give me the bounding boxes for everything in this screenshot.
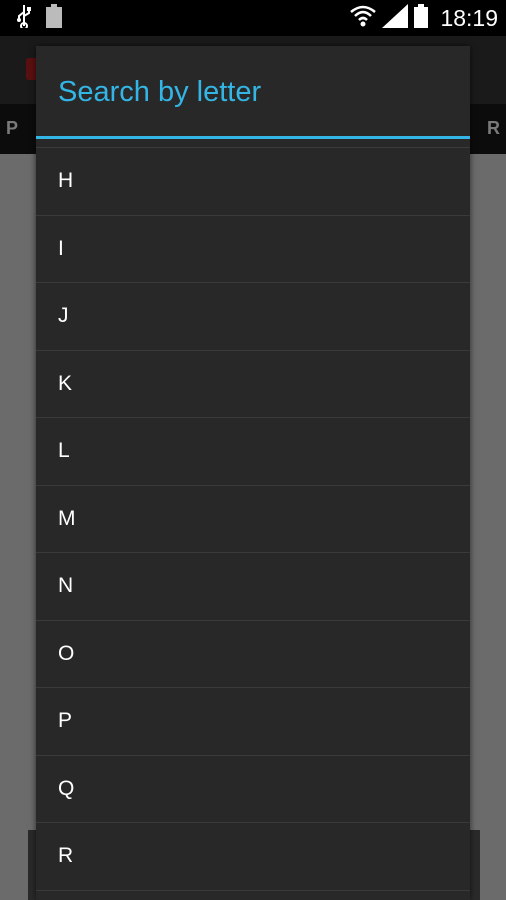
title-divider (36, 136, 470, 139)
status-bar-right: 18:19 (350, 3, 498, 33)
letter-item-l[interactable]: L (36, 418, 470, 486)
signal-icon (382, 3, 409, 33)
letter-item-h[interactable]: H (36, 148, 470, 216)
dialog-title: Search by letter (58, 76, 262, 108)
status-bar-left (16, 3, 62, 33)
status-clock: 18:19 (440, 4, 498, 31)
wifi-icon (350, 4, 377, 33)
battery-icon (414, 3, 429, 33)
letter-item-m[interactable]: M (36, 486, 470, 553)
background-letter-right: R (487, 118, 500, 138)
letter-item-o[interactable]: O (36, 621, 470, 688)
letter-item-r[interactable]: R (36, 823, 470, 891)
battery-full-icon (46, 3, 62, 33)
letter-item-p[interactable]: P (36, 688, 470, 756)
letter-item-j[interactable]: J (36, 283, 470, 351)
usb-icon (16, 4, 32, 33)
letter-item-q[interactable]: Q (36, 756, 470, 823)
letter-list[interactable]: H I J K L M N O P Q R (36, 147, 470, 891)
background-letter-left: P (6, 118, 19, 138)
letter-item-i[interactable]: I (36, 216, 470, 283)
letter-item-k[interactable]: K (36, 351, 470, 418)
search-by-letter-dialog: Search by letter H I J K L M N O P Q R (36, 46, 470, 900)
status-bar: 18:19 (0, 0, 506, 36)
letter-item-n[interactable]: N (36, 553, 470, 621)
